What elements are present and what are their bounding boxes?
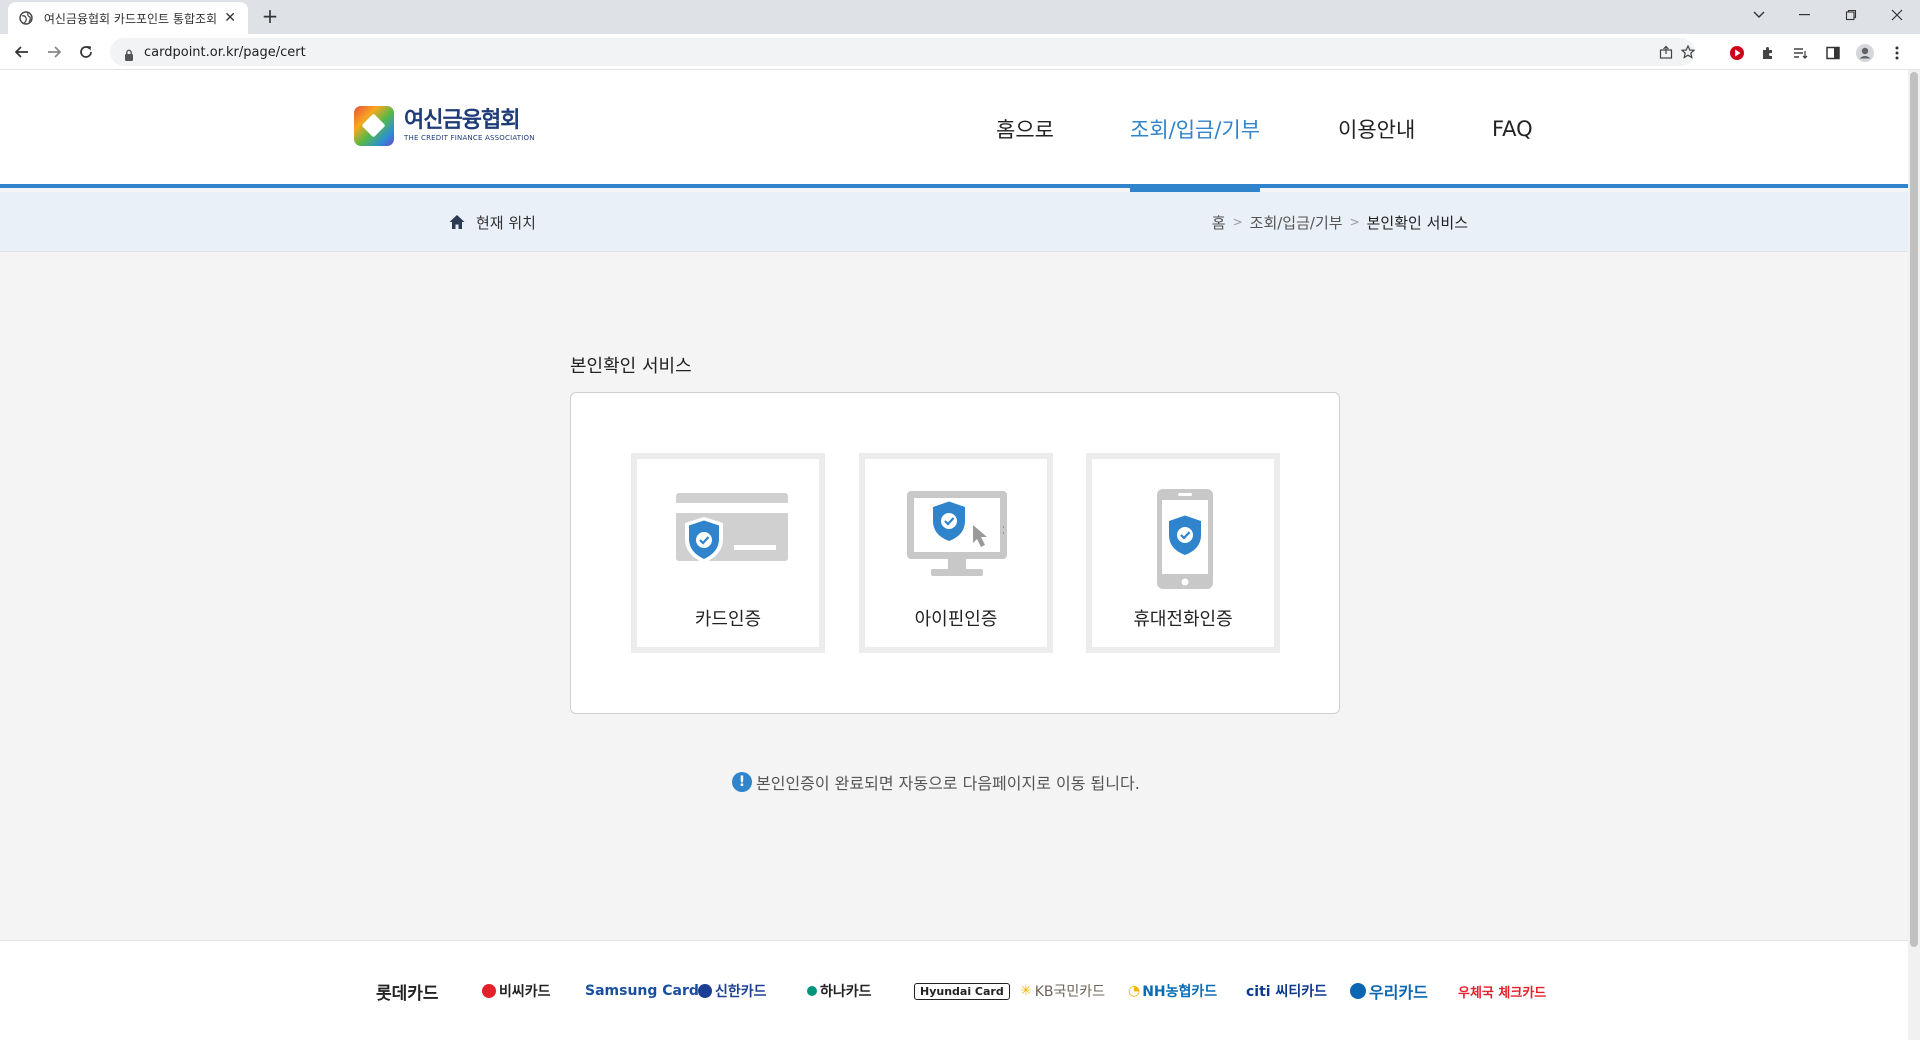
bookmark-star-icon[interactable] — [1677, 38, 1699, 66]
brand-citi-card[interactable]: citi 씨티카드 — [1246, 941, 1327, 1040]
address-toolbar: cardpoint.or.kr/page/cert — [0, 34, 1920, 70]
back-arrow-icon[interactable] — [10, 40, 34, 64]
brand-kb-card[interactable]: ✳ KB국민카드 — [1020, 941, 1105, 1040]
current-location-label: 현재 위치 — [476, 213, 536, 232]
close-window-button[interactable] — [1874, 0, 1920, 30]
url-text: cardpoint.or.kr/page/cert — [144, 44, 306, 60]
kb-star-icon: ✳ — [1020, 983, 1032, 999]
info-exclamation-icon: ! — [732, 772, 752, 792]
brand-samsung-card[interactable]: Samsung Card — [585, 941, 699, 1040]
auth-notice-text: 본인인증이 완료되면 자동으로 다음페이지로 이동 됩니다. — [756, 774, 1140, 793]
forward-arrow-icon[interactable] — [42, 40, 66, 64]
share-icon[interactable] — [1655, 38, 1677, 66]
brand-bc-card[interactable]: 비씨카드 — [482, 941, 551, 1040]
woori-logo-icon — [1350, 983, 1366, 999]
breadcrumb-current: 본인확인 서비스 — [1366, 213, 1468, 232]
cert-options-box: 카드인증 아이핀인증 휴대전화인증 — [570, 392, 1340, 714]
tab-search-icon[interactable] — [1736, 0, 1782, 30]
card-auth-button[interactable]: 카드인증 — [631, 453, 825, 653]
ipin-auth-label: 아이핀인증 — [914, 609, 998, 630]
new-tab-button[interactable]: + — [258, 6, 282, 28]
shinhan-logo-icon — [698, 984, 712, 998]
brand-shinhan-card[interactable]: 신한카드 — [698, 941, 767, 1040]
brand-woori-card[interactable]: 우리카드 — [1350, 941, 1428, 1040]
breadcrumb-inquiry[interactable]: 조회/입금/기부 — [1250, 212, 1343, 233]
nav-guide[interactable]: 이용안내 — [1338, 70, 1415, 188]
breadcrumb: 홈 > 조회/입금/기부 > 본인확인 서비스 — [1212, 192, 1468, 252]
omnibox[interactable]: cardpoint.or.kr/page/cert — [110, 38, 1695, 66]
side-panel-icon[interactable] — [1822, 42, 1844, 64]
scrollbar-thumb[interactable] — [1910, 72, 1918, 947]
current-location: 현재 위치 — [448, 192, 536, 252]
breadcrumb-separator-icon: > — [1232, 215, 1243, 229]
breadcrumb-separator-icon: > — [1349, 215, 1360, 229]
nh-logo-icon: ◔ — [1128, 983, 1141, 999]
auth-notice: ! 본인인증이 완료되면 자동으로 다음페이지로 이동 됩니다. — [732, 770, 1140, 794]
footer-card-brands: 롯데카드 비씨카드 Samsung Card 신한카드 하나카드 Hyundai… — [0, 940, 1908, 1040]
globe-icon — [18, 10, 34, 26]
tab-title: 여신금융협회 카드포인트 통합조회 — [43, 11, 218, 26]
logo-mark-icon — [354, 106, 394, 146]
location-bar: 현재 위치 홈 > 조회/입금/기부 > 본인확인 서비스 — [0, 192, 1908, 252]
web-page: 여신금융협회 THE CREDIT FINANCE ASSOCIATION 홈으… — [0, 70, 1908, 1040]
restore-button[interactable] — [1828, 0, 1874, 30]
record-extension-icon[interactable] — [1726, 42, 1748, 64]
monitor-shield-icon — [865, 487, 1047, 587]
more-menu-icon[interactable] — [1886, 42, 1908, 64]
credit-card-shield-icon — [637, 487, 819, 587]
ipin-auth-button[interactable]: 아이핀인증 — [859, 453, 1053, 653]
bc-card-logo-icon — [482, 984, 496, 998]
profile-avatar-icon[interactable] — [1854, 42, 1876, 64]
site-logo[interactable]: 여신금융협회 THE CREDIT FINANCE ASSOCIATION — [354, 106, 535, 146]
brand-lotte-card[interactable]: 롯데카드 — [376, 941, 439, 1040]
home-icon — [448, 213, 466, 231]
browser-tab[interactable]: 여신금융협회 카드포인트 통합조회 ✕ — [8, 2, 248, 34]
reload-icon[interactable] — [74, 40, 98, 64]
phone-shield-icon — [1092, 487, 1274, 589]
brand-nh-card[interactable]: ◔ NH농협카드 — [1128, 941, 1217, 1040]
phone-auth-button[interactable]: 휴대전화인증 — [1086, 453, 1280, 653]
card-auth-label: 카드인증 — [694, 609, 762, 630]
brand-hana-card[interactable]: 하나카드 — [807, 941, 872, 1040]
browser-tabbar: 여신금융협회 카드포인트 통합조회 ✕ + — [0, 0, 1920, 34]
nav-faq[interactable]: FAQ — [1492, 70, 1533, 188]
lock-icon[interactable] — [124, 46, 134, 61]
breadcrumb-home[interactable]: 홈 — [1212, 212, 1226, 233]
nav-inquiry[interactable]: 조회/입금/기부 — [1130, 70, 1261, 192]
site-header: 여신금융협회 THE CREDIT FINANCE ASSOCIATION 홈으… — [0, 70, 1908, 192]
reading-list-icon[interactable] — [1789, 42, 1811, 64]
phone-auth-label: 휴대전화인증 — [1133, 609, 1233, 630]
close-tab-icon[interactable]: ✕ — [222, 10, 238, 26]
nav-home[interactable]: 홈으로 — [996, 70, 1054, 188]
logo-korean-text: 여신금융협회 — [404, 108, 520, 133]
hana-logo-icon — [807, 986, 817, 996]
brand-hyundai-card[interactable]: Hyundai Card — [914, 941, 1010, 1040]
brand-post-office-card[interactable]: 우체국 체크카드 — [1458, 941, 1546, 1040]
minimize-button[interactable] — [1782, 0, 1828, 30]
extensions-puzzle-icon[interactable] — [1757, 42, 1779, 64]
page-title: 본인확인 서비스 — [570, 356, 692, 377]
page-scrollbar[interactable] — [1908, 70, 1920, 1040]
logo-english-text: THE CREDIT FINANCE ASSOCIATION — [404, 134, 535, 142]
